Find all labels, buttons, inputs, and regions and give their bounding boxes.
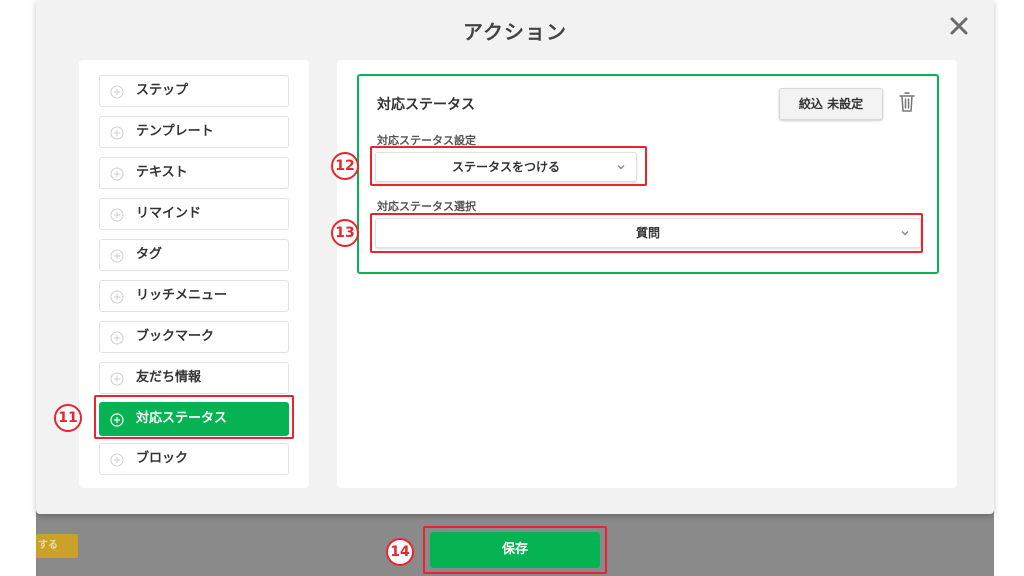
action-item-label: ステップ: [136, 83, 189, 98]
action-item-label: タグ: [136, 247, 163, 262]
action-item-step[interactable]: ステップ: [99, 75, 289, 107]
highlight-box-12: [370, 146, 647, 186]
step-badge-11: 11: [54, 404, 82, 432]
plus-circle-icon: [110, 331, 124, 345]
plus-circle-icon: [110, 208, 124, 222]
filter-button[interactable]: 絞込 未設定: [779, 88, 883, 120]
plus-circle-icon: [110, 249, 124, 263]
action-item-label: テンプレート: [136, 124, 214, 139]
highlight-box-13: [370, 213, 923, 253]
action-item-remind[interactable]: リマインド: [99, 198, 289, 230]
action-detail-panel: 対応ステータス 絞込 未設定 対応ステータス設定 ステータスをつける 対応ステー…: [337, 60, 957, 488]
action-item-label: ブックマーク: [136, 329, 215, 344]
close-icon[interactable]: [949, 16, 969, 36]
status-select-label: 対応ステータス選択: [377, 200, 476, 213]
modal-title: アクション: [463, 20, 567, 44]
step-badge-12: 12: [331, 152, 359, 180]
background-button: する: [36, 534, 78, 558]
action-item-label: ブロック: [136, 451, 189, 466]
plus-circle-icon: [110, 167, 124, 181]
trash-icon[interactable]: [897, 91, 917, 113]
plus-circle-icon: [110, 372, 124, 386]
step-badge-13: 13: [331, 219, 359, 247]
action-item-label: 友だち情報: [136, 370, 202, 385]
plus-circle-icon: [110, 453, 124, 467]
plus-circle-icon: [110, 85, 124, 99]
action-item-label: リッチメニュー: [136, 288, 228, 303]
save-button[interactable]: 保存: [430, 532, 600, 568]
step-badge-14: 14: [386, 538, 414, 566]
action-item-rich-menu[interactable]: リッチメニュー: [99, 280, 289, 312]
action-item-text[interactable]: テキスト: [99, 157, 289, 189]
action-item-label: リマインド: [136, 206, 202, 221]
action-item-block[interactable]: ブロック: [99, 443, 289, 475]
card-title: 対応ステータス: [377, 97, 475, 113]
plus-circle-icon: [110, 290, 124, 304]
action-item-template[interactable]: テンプレート: [99, 116, 289, 148]
highlight-box-11: [94, 395, 294, 439]
action-item-friend-info[interactable]: 友だち情報: [99, 362, 289, 394]
action-item-tag[interactable]: タグ: [99, 239, 289, 271]
plus-circle-icon: [110, 126, 124, 140]
action-item-bookmark[interactable]: ブックマーク: [99, 321, 289, 353]
action-item-label: テキスト: [136, 165, 188, 180]
